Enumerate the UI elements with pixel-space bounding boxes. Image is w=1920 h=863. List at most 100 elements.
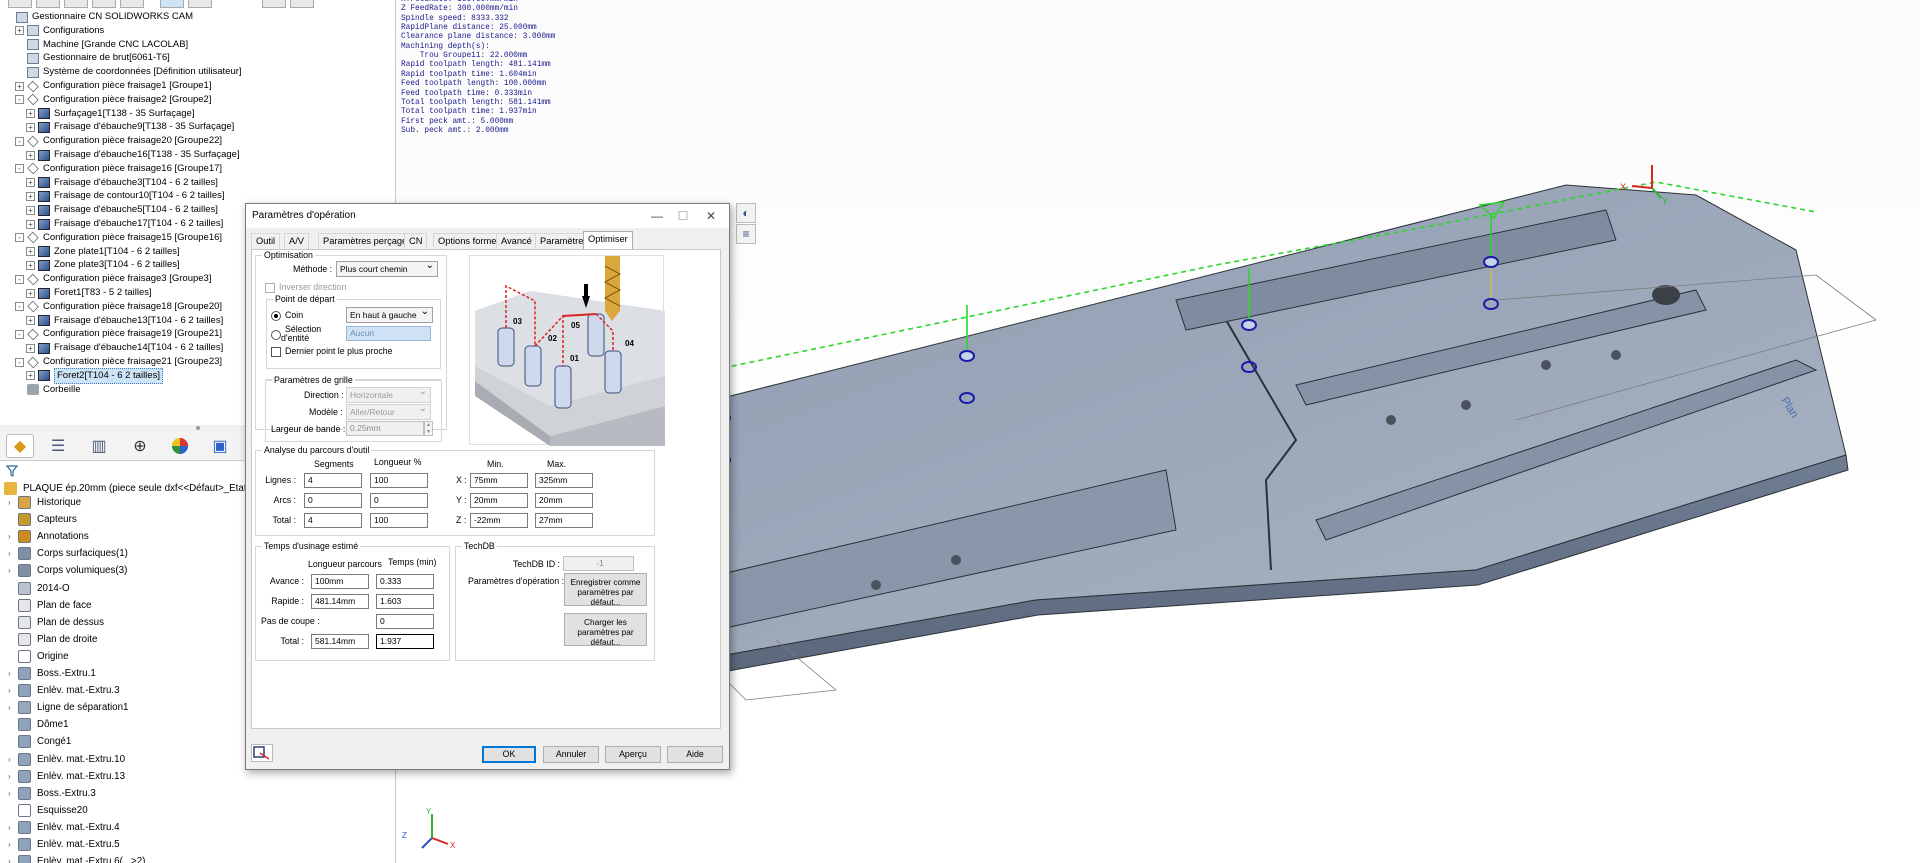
help-button[interactable]: Aide <box>667 746 723 763</box>
toolbar-button-cam-tree[interactable] <box>160 0 184 8</box>
dialog-tab[interactable]: CN <box>404 233 428 249</box>
tree-expander-icon[interactable]: - <box>15 233 24 243</box>
configuration-manager-tab-icon[interactable]: ▥ <box>85 434 113 458</box>
feature-tree-item[interactable]: › Enlèv. mat.-Extru.13 <box>8 768 125 785</box>
cam-tree-item[interactable]: - Configuration pièce fraisage19 [Groupe2… <box>15 327 222 341</box>
cam-tree-item[interactable]: + Foret2[T104 - 6 2 tailles] <box>26 367 163 384</box>
minimize-icon[interactable]: — <box>644 206 670 226</box>
cam-tree-item[interactable]: + Fraisage d'ébauche9[T138 - 35 Surfaçage… <box>26 120 234 134</box>
cam-tree-item[interactable]: Système de coordonnées [Définition utili… <box>15 65 242 79</box>
cam-tree-item[interactable]: - Configuration pièce fraisage3 [Groupe3] <box>15 272 211 286</box>
feature-tree-item[interactable]: Congé1 <box>8 733 71 750</box>
cam-tree-item[interactable]: - Configuration pièce fraisage16 [Groupe1… <box>15 162 222 176</box>
toolbar-button-9[interactable] <box>290 0 314 8</box>
band-width-spinner[interactable]: ▴ ▾ <box>424 421 433 436</box>
cam-tree-item[interactable]: + Zone plate1[T104 - 6 2 tailles] <box>26 245 180 259</box>
tree-expander-icon[interactable]: - <box>15 329 24 339</box>
feature-tree-item[interactable]: › Enlèv. mat.-Extru.5 <box>8 836 120 853</box>
expand-arrow-icon[interactable]: › <box>8 751 18 768</box>
tree-expander-icon[interactable]: + <box>26 260 35 270</box>
cam-tree-item[interactable]: + Configurations <box>15 24 104 38</box>
tree-expander-icon[interactable]: + <box>26 316 35 326</box>
feature-tree-item[interactable]: Plan de dessus <box>8 614 104 631</box>
preview-button[interactable]: Aperçu <box>605 746 661 763</box>
expand-arrow-icon[interactable]: › <box>8 853 18 863</box>
tree-expander-icon[interactable]: + <box>15 81 24 91</box>
tree-expander-icon[interactable]: - <box>15 274 24 284</box>
cam-tree-item[interactable]: + Fraisage de contour10[T104 - 6 2 taille… <box>26 189 225 203</box>
ok-button[interactable]: OK <box>482 746 536 763</box>
display-manager-tab-icon[interactable] <box>166 434 194 458</box>
method-select[interactable]: Plus court chemin <box>336 261 438 277</box>
tree-expander-icon[interactable]: + <box>26 150 35 160</box>
cancel-button[interactable]: Annuler <box>543 746 599 763</box>
tree-expander-icon[interactable]: + <box>15 26 24 36</box>
expand-arrow-icon[interactable]: › <box>8 528 18 545</box>
feature-tree-item[interactable]: 2014-O <box>8 580 70 597</box>
property-manager-tab-icon[interactable]: ☰ <box>44 434 72 458</box>
cam-tree-item[interactable]: + Fraisage d'ébauche5[T104 - 6 2 tailles] <box>26 203 218 217</box>
expand-arrow-icon[interactable]: › <box>8 545 18 562</box>
direction-select[interactable]: Horizontale <box>346 387 431 403</box>
expand-arrow-icon[interactable]: › <box>8 785 18 802</box>
entity-field[interactable]: Aucun <box>346 326 431 341</box>
expand-arrow-icon[interactable]: › <box>8 836 18 853</box>
cam-tree-item[interactable]: + Foret1[T83 - 5 2 tailles] <box>26 286 152 300</box>
feature-tree-item[interactable]: › Annotations <box>8 528 89 545</box>
feature-tree-item[interactable]: › Enlèv. mat.-Extru.6(...>2) <box>8 853 145 863</box>
expand-arrow-icon[interactable]: › <box>8 682 18 699</box>
tree-expander-icon[interactable]: + <box>26 219 35 229</box>
model-select[interactable]: Aller/Retour <box>346 404 431 420</box>
feature-tree-item[interactable]: Dôme1 <box>8 716 69 733</box>
tree-expander-icon[interactable]: + <box>26 371 35 381</box>
feature-tree-item[interactable]: › Enlèv. mat.-Extru.3 <box>8 682 120 699</box>
filter-icon[interactable] <box>6 465 18 477</box>
cam-tree-item[interactable]: - Configuration pièce fraisage15 [Groupe1… <box>15 231 222 245</box>
expand-arrow-icon[interactable]: › <box>8 665 18 682</box>
toolbar-button-2[interactable] <box>36 0 60 8</box>
toolbar-button-4[interactable] <box>92 0 116 8</box>
feature-tree-item[interactable]: › Boss.-Extru.3 <box>8 785 96 802</box>
cam-tree-item[interactable]: Gestionnaire CN SOLIDWORKS CAM <box>4 10 193 24</box>
tree-expander-icon[interactable]: + <box>26 247 35 257</box>
feature-tree-item[interactable]: Capteurs <box>8 511 77 528</box>
dialog-tab[interactable]: A/V <box>284 233 309 249</box>
tree-expander-icon[interactable]: + <box>26 122 35 132</box>
dimxpert-tab-icon[interactable]: ⊕ <box>126 434 154 458</box>
dialog-tab[interactable]: Avancé <box>496 233 537 249</box>
load-defaults-button[interactable]: Charger les paramètres par défaut... <box>564 613 647 647</box>
tree-expander-icon[interactable]: + <box>26 178 35 188</box>
feature-tree-item[interactable]: Plan de droite <box>8 631 97 648</box>
expand-arrow-icon[interactable]: › <box>8 494 18 511</box>
expand-arrow-icon[interactable]: › <box>8 819 18 836</box>
feature-tree-item[interactable]: › Historique <box>8 494 81 511</box>
feature-tree-item[interactable]: › Boss.-Extru.1 <box>8 665 96 682</box>
tree-expander-icon[interactable]: - <box>15 164 24 174</box>
tree-expander-icon[interactable]: + <box>26 288 35 298</box>
cam-tree-item[interactable]: Machine [Grande CNC LACOLAB] <box>15 38 188 52</box>
cam-feature-tree-tab-icon[interactable]: ▣ <box>206 434 234 458</box>
feature-tree-tab-icon[interactable]: ◆ <box>6 434 34 458</box>
tree-expander-icon[interactable]: + <box>26 205 35 215</box>
toolbar-button-8[interactable] <box>262 0 286 8</box>
tree-expander-icon[interactable]: - <box>15 95 24 105</box>
dialog-tab[interactable]: Optimiser <box>583 231 633 249</box>
dialog-titlebar[interactable]: Paramètres d'opération — ☐ ✕ <box>246 204 729 228</box>
feature-tree-item[interactable]: › Corps volumiques(3) <box>8 562 127 579</box>
cam-tree-item[interactable]: + Configuration pièce fraisage1 [Groupe1] <box>15 79 211 93</box>
corner-select[interactable]: En haut à gauche <box>346 307 433 323</box>
feature-tree-item[interactable]: › Enlèv. mat.-Extru.4 <box>8 819 120 836</box>
feature-tree-item[interactable]: Esquisse20 <box>8 802 88 819</box>
tree-expander-icon[interactable]: + <box>26 343 35 353</box>
feature-tree-item[interactable]: Plan de face <box>8 597 91 614</box>
toolbar-button-7[interactable] <box>188 0 212 8</box>
cam-tree-item[interactable]: + Zone plate3[T104 - 6 2 tailles] <box>26 258 180 272</box>
cam-tree-item[interactable]: - Configuration pièce fraisage2 [Groupe2] <box>15 93 211 107</box>
cam-tree-item[interactable]: + Fraisage d'ébauche14[T104 - 6 2 tailles… <box>26 341 223 355</box>
cam-tree-item[interactable]: + Fraisage d'ébauche13[T104 - 6 2 tailles… <box>26 314 223 328</box>
expand-arrow-icon[interactable]: › <box>8 699 18 716</box>
tree-expander-icon[interactable]: - <box>15 136 24 146</box>
entity-selection-radio[interactable] <box>271 330 281 340</box>
nearest-point-checkbox[interactable] <box>271 347 281 357</box>
feature-tree-item[interactable]: › Ligne de séparation1 <box>8 699 129 716</box>
